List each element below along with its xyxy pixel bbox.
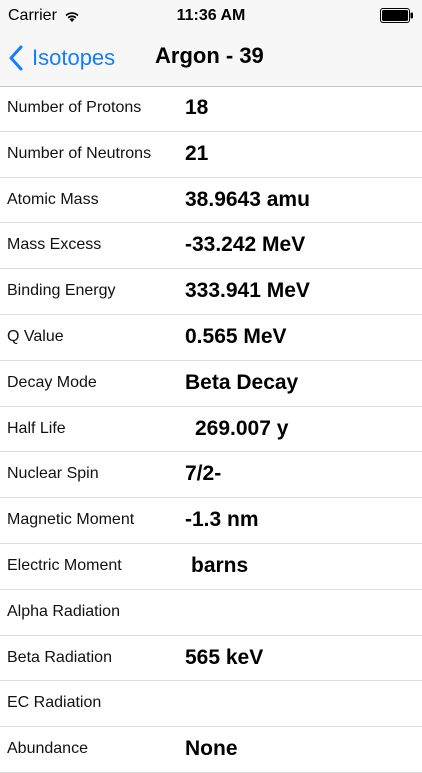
- list-item: Half Life 269.007 y: [0, 407, 422, 453]
- list-item: Mass Excess -33.242 MeV: [0, 223, 422, 270]
- property-label: Electric Moment: [7, 556, 122, 574]
- back-label: Isotopes: [32, 45, 116, 70]
- list-item: Atomic Mass 38.9643 amu: [0, 178, 422, 224]
- list-item: Number of Neutrons 21: [0, 132, 422, 178]
- property-label: Number of Neutrons: [7, 144, 152, 162]
- clock: 11:36 AM: [176, 7, 246, 24]
- property-value: -33.242 MeV: [185, 233, 306, 257]
- property-label: Binding Energy: [7, 282, 116, 300]
- property-label: Alpha Radiation: [7, 602, 120, 620]
- property-value: barns: [191, 553, 249, 577]
- status-bar: Carrier 11:36 AM: [0, 0, 422, 30]
- list-item: Q Value 0.565 MeV: [0, 315, 422, 361]
- list-item: Beta Radiation 565 keV: [0, 636, 422, 682]
- battery-icon: [380, 8, 413, 23]
- property-value: 38.9643 amu: [185, 187, 310, 211]
- property-label: Number of Protons: [7, 99, 142, 116]
- property-label: Q Value: [7, 327, 64, 345]
- property-label: Decay Mode: [7, 373, 97, 391]
- property-value: -1.3 nm: [185, 508, 259, 532]
- property-label: EC Radiation: [7, 694, 102, 712]
- list-item: Magnetic Moment -1.3 nm: [0, 498, 422, 544]
- list-item: Nuclear Spin 7/2-: [0, 452, 422, 499]
- list-item: Alpha Radiation: [0, 590, 422, 636]
- page-title: Argon - 39: [155, 43, 264, 68]
- property-label: Atomic Mass: [7, 190, 99, 208]
- list-item: Decay Mode Beta Decay: [0, 361, 422, 407]
- list-item: Electric Moment barns: [0, 544, 422, 590]
- list-item: EC Radiation: [0, 681, 422, 728]
- list-item: Binding Energy 333.941 MeV: [0, 269, 422, 315]
- property-value: 565 keV: [185, 645, 264, 669]
- list-item: Number of Protons 18: [0, 86, 422, 132]
- property-label: Mass Excess: [7, 236, 102, 254]
- property-value: 18: [185, 96, 209, 119]
- property-label: Nuclear Spin: [7, 465, 99, 483]
- property-label: Beta Radiation: [7, 648, 112, 666]
- navigation-bar: Isotopes Argon - 39: [0, 30, 422, 87]
- property-value: 0.565 MeV: [185, 324, 287, 348]
- property-value: 7/2-: [185, 462, 222, 486]
- property-label: Half Life: [7, 419, 66, 437]
- property-value: 269.007 y: [195, 416, 289, 440]
- property-value: 333.941 MeV: [185, 279, 310, 303]
- property-value: Beta Decay: [185, 370, 299, 394]
- isotope-properties-list: Number of Protons 18 Number of Neutrons …: [0, 86, 422, 773]
- back-button[interactable]: Isotopes: [8, 40, 115, 76]
- list-item: Abundance None: [0, 727, 422, 773]
- chevron-left-icon: [9, 45, 23, 71]
- property-label: Magnetic Moment: [7, 511, 135, 529]
- property-value: 21: [185, 141, 209, 165]
